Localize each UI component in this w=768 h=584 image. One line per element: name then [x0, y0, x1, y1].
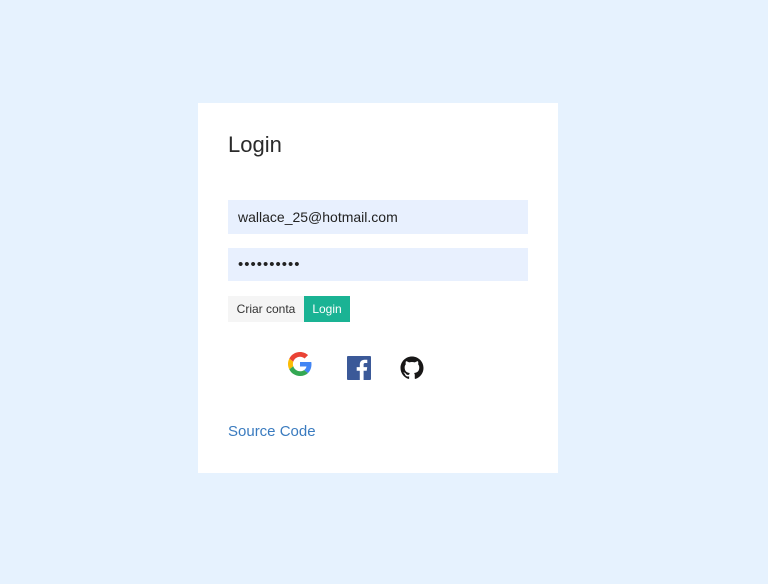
- login-card: Login Criar conta Login Source Code: [198, 103, 558, 473]
- email-field[interactable]: [228, 200, 528, 234]
- login-button[interactable]: Login: [304, 296, 350, 322]
- google-icon[interactable]: [288, 352, 312, 376]
- create-account-button[interactable]: Criar conta: [228, 296, 304, 322]
- password-field[interactable]: [228, 248, 528, 281]
- github-icon[interactable]: [400, 356, 424, 380]
- facebook-icon[interactable]: [347, 356, 371, 380]
- login-title: Login: [228, 132, 282, 157]
- source-code-link[interactable]: Source Code: [228, 423, 316, 440]
